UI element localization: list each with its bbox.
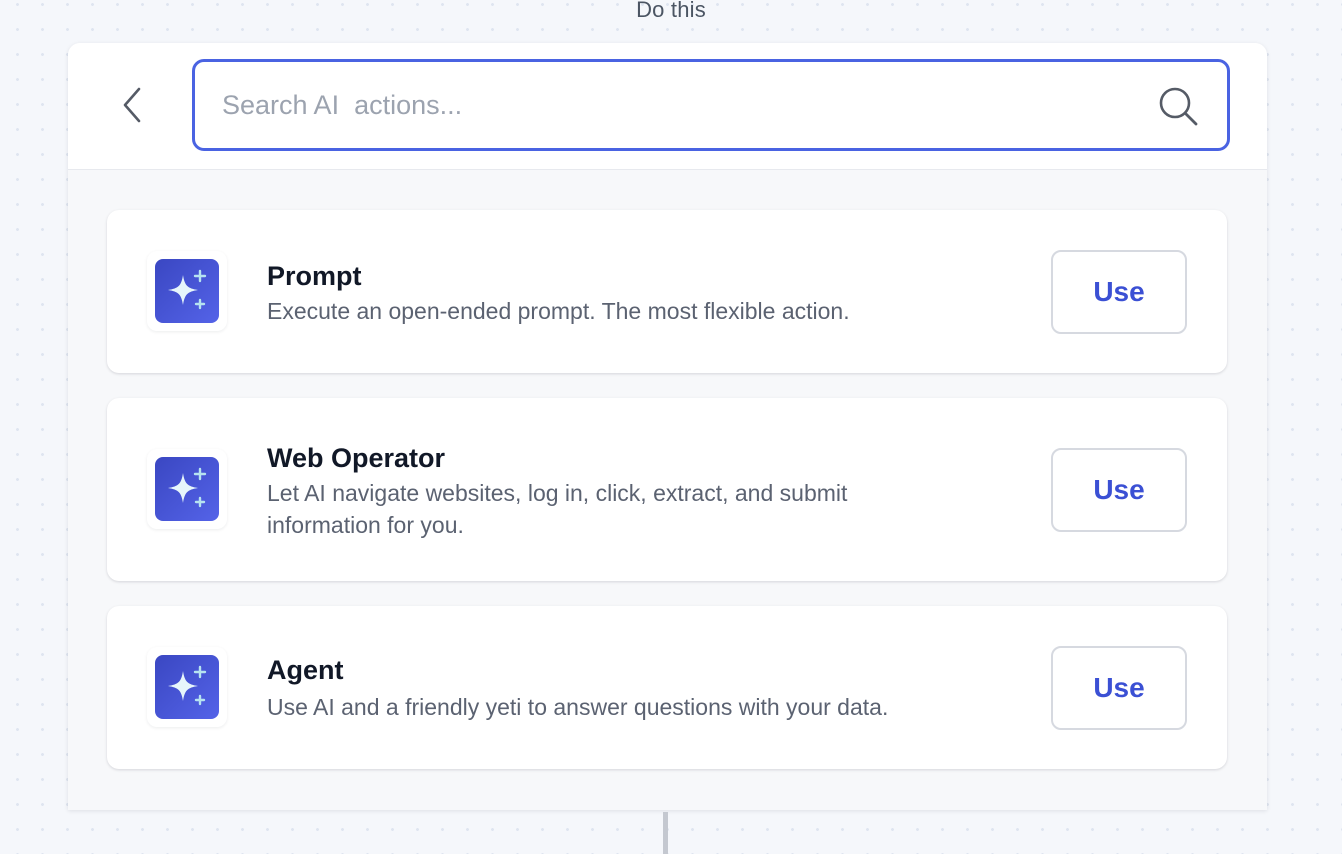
sparkles-icon <box>168 269 207 310</box>
action-card-agent: Agent Use AI and a friendly yeti to answ… <box>107 606 1227 769</box>
use-button-prompt[interactable]: Use <box>1051 250 1187 334</box>
action-icon <box>147 449 227 529</box>
action-description: Let AI navigate websites, log in, click,… <box>267 480 848 538</box>
use-button-agent[interactable]: Use <box>1051 646 1187 730</box>
action-description: Use AI and a friendly yeti to answer que… <box>267 694 889 720</box>
panel-header <box>68 43 1267 170</box>
action-title: Web Operator <box>267 443 446 473</box>
chevron-left-icon <box>123 87 141 123</box>
sparkles-icon <box>168 665 207 706</box>
search-icon[interactable] <box>1157 85 1199 127</box>
ai-actions-panel: Prompt Execute an open-ended prompt. The… <box>68 43 1267 810</box>
action-card-prompt: Prompt Execute an open-ended prompt. The… <box>107 210 1227 373</box>
sparkles-icon <box>168 467 207 508</box>
action-icon <box>147 251 227 331</box>
action-title: Prompt <box>267 261 362 291</box>
action-description: Execute an open-ended prompt. The most f… <box>267 298 850 324</box>
step-label: Do this <box>636 0 706 22</box>
action-card-web-operator: Web Operator Let AI navigate websites, l… <box>107 398 1227 581</box>
back-button[interactable] <box>110 81 154 129</box>
search-input[interactable] <box>195 62 1142 148</box>
action-icon <box>147 647 227 727</box>
use-button-web-operator[interactable]: Use <box>1051 448 1187 532</box>
search-box <box>192 59 1230 151</box>
action-title: Agent <box>267 655 344 685</box>
flow-connector-line <box>663 812 668 854</box>
